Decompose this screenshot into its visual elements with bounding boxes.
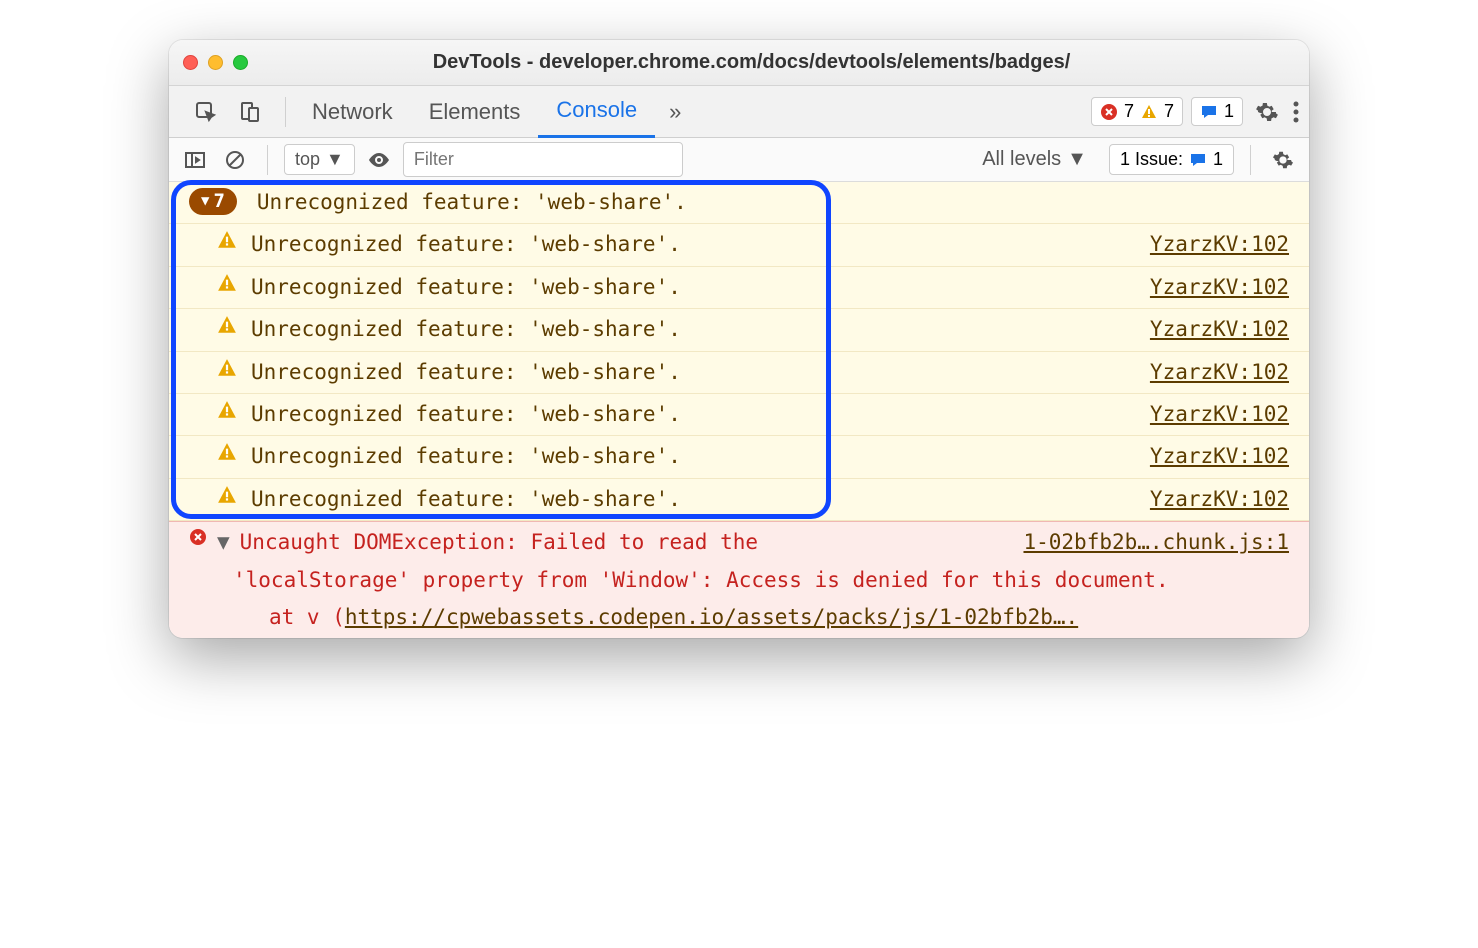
source-link[interactable]: YzarzKV:102 — [1130, 230, 1289, 259]
separator — [285, 97, 286, 127]
console-warning-row: Unrecognized feature: 'web-share'. Yzarz… — [169, 309, 1309, 351]
warning-text: Unrecognized feature: 'web-share'. — [251, 485, 1130, 514]
warning-count: 7 — [1164, 101, 1174, 122]
panel-tabs: Network Elements Console » 7 7 1 — [169, 86, 1309, 138]
close-icon[interactable] — [183, 55, 198, 70]
console-output: ▼ 7 Unrecognized feature: 'web-share'. U… — [169, 182, 1309, 638]
tab-elements[interactable]: Elements — [411, 86, 539, 138]
error-warning-counts[interactable]: 7 7 — [1091, 97, 1183, 126]
caret-down-icon[interactable]: ▼ — [217, 528, 230, 557]
console-warning-row: Unrecognized feature: 'web-share'. Yzarz… — [169, 394, 1309, 436]
source-link[interactable]: YzarzKV:102 — [1130, 442, 1289, 471]
warning-icon — [217, 315, 237, 335]
warning-text: Unrecognized feature: 'web-share'. — [251, 230, 1130, 259]
trace-prefix: at v ( — [269, 605, 345, 629]
maximize-icon[interactable] — [233, 55, 248, 70]
issues-label: 1 Issue: — [1120, 149, 1183, 170]
log-levels-selector[interactable]: All levels ▼ — [982, 148, 1087, 171]
sidebar-toggle-icon[interactable] — [179, 144, 211, 176]
warning-text: Unrecognized feature: 'web-share'. — [251, 442, 1130, 471]
tabs-overflow-icon[interactable]: » — [655, 99, 695, 125]
window-title: DevTools - developer.chrome.com/docs/dev… — [268, 51, 1295, 74]
separator — [267, 145, 268, 175]
message-icon — [1189, 151, 1207, 169]
filter-input[interactable] — [403, 142, 683, 177]
warning-text: Unrecognized feature: 'web-share'. — [251, 273, 1130, 302]
devtools-window: DevTools - developer.chrome.com/docs/dev… — [169, 40, 1309, 638]
warning-icon — [217, 442, 237, 462]
tab-console[interactable]: Console — [538, 86, 655, 138]
more-menu-icon[interactable] — [1293, 101, 1299, 123]
console-warning-row: Unrecognized feature: 'web-share'. Yzarz… — [169, 436, 1309, 478]
separator — [1250, 145, 1251, 175]
settings-icon[interactable] — [1255, 100, 1279, 124]
console-error-row: ▼ Uncaught DOMException: Failed to read … — [169, 521, 1309, 638]
source-link[interactable]: YzarzKV:102 — [1130, 315, 1289, 344]
messages-count: 1 — [1224, 101, 1234, 122]
issues-count: 1 — [1213, 149, 1223, 170]
inspect-element-icon[interactable] — [189, 95, 223, 129]
context-selector[interactable]: top ▼ — [284, 144, 355, 175]
trace-link[interactable]: https://cpwebassets.codepen.io/assets/pa… — [345, 605, 1078, 629]
console-warning-row: Unrecognized feature: 'web-share'. Yzarz… — [169, 479, 1309, 521]
caret-down-icon: ▼ — [201, 192, 209, 212]
source-link[interactable]: YzarzKV:102 — [1130, 358, 1289, 387]
minimize-icon[interactable] — [208, 55, 223, 70]
warning-text: Unrecognized feature: 'web-share'. — [251, 315, 1130, 344]
messages-count-badge[interactable]: 1 — [1191, 97, 1243, 126]
source-link[interactable]: YzarzKV:102 — [1130, 400, 1289, 429]
error-count-icon — [1100, 103, 1118, 121]
console-warning-row: Unrecognized feature: 'web-share'. Yzarz… — [169, 352, 1309, 394]
console-warning-row: Unrecognized feature: 'web-share'. Yzarz… — [169, 224, 1309, 266]
warning-icon — [217, 358, 237, 378]
error-stack-trace: at v (https://cpwebassets.codepen.io/ass… — [189, 603, 1289, 632]
warning-text: Unrecognized feature: 'web-share'. — [251, 358, 1130, 387]
titlebar: DevTools - developer.chrome.com/docs/dev… — [169, 40, 1309, 86]
console-warning-row: Unrecognized feature: 'web-share'. Yzarz… — [169, 267, 1309, 309]
message-icon — [1200, 103, 1218, 121]
console-toolbar: top ▼ All levels ▼ 1 Issue: 1 — [169, 138, 1309, 182]
warning-icon — [217, 400, 237, 420]
source-link[interactable]: YzarzKV:102 — [1130, 485, 1289, 514]
warning-group-header[interactable]: ▼ 7 Unrecognized feature: 'web-share'. — [169, 182, 1309, 224]
error-text-line1: Uncaught DOMException: Failed to read th… — [240, 528, 758, 557]
console-settings-icon[interactable] — [1267, 144, 1299, 176]
tab-network[interactable]: Network — [294, 86, 411, 138]
window-controls — [183, 55, 248, 70]
error-count: 7 — [1124, 101, 1134, 122]
device-mode-icon[interactable] — [233, 95, 267, 129]
warning-icon — [217, 273, 237, 293]
error-text-line2: 'localStorage' property from 'Window': A… — [189, 566, 1289, 595]
warning-icon — [217, 230, 237, 250]
warning-text: Unrecognized feature: 'web-share'. — [251, 400, 1130, 429]
source-link[interactable]: YzarzKV:102 — [1130, 273, 1289, 302]
live-expression-icon[interactable] — [363, 144, 395, 176]
warning-count-icon — [1140, 103, 1158, 121]
group-header-text: Unrecognized feature: 'web-share'. — [257, 188, 1289, 217]
error-icon — [189, 528, 207, 546]
chevron-down-icon: ▼ — [326, 149, 344, 170]
group-count-pill[interactable]: ▼ 7 — [189, 188, 237, 215]
source-link[interactable]: 1-02bfb2b….chunk.js:1 — [1023, 528, 1289, 557]
chevron-down-icon: ▼ — [1067, 148, 1087, 171]
clear-console-icon[interactable] — [219, 144, 251, 176]
group-count: 7 — [213, 188, 224, 215]
context-value: top — [295, 149, 320, 170]
issues-button[interactable]: 1 Issue: 1 — [1109, 144, 1234, 175]
warning-icon — [217, 485, 237, 505]
levels-label: All levels — [982, 148, 1061, 171]
